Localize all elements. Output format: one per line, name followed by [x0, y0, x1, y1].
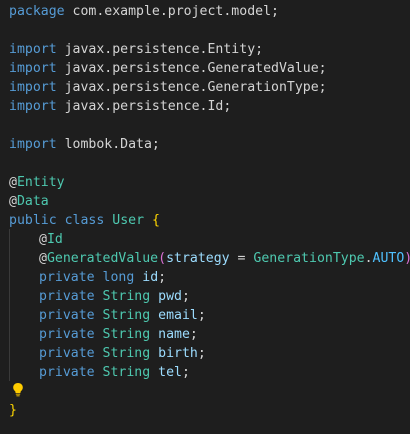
- code-editor[interactable]: package com.example.project.model; impor…: [9, 2, 410, 420]
- package-name: com.example.project.model;: [64, 4, 279, 19]
- keyword: import: [9, 80, 57, 95]
- code-line[interactable]: public class User {: [9, 211, 410, 230]
- code-line[interactable]: }: [9, 401, 410, 420]
- code-line-blank[interactable]: [9, 154, 410, 173]
- code-line-blank[interactable]: [9, 382, 410, 401]
- code-line-blank[interactable]: [9, 21, 410, 40]
- keyword: private: [39, 346, 95, 361]
- code-line[interactable]: @Entity: [9, 173, 410, 192]
- code-line[interactable]: import javax.persistence.Entity;: [9, 40, 410, 59]
- field-name: tel: [158, 365, 182, 380]
- annotation-name: GeneratedValue: [46, 251, 159, 266]
- annotation-name: Data: [16, 194, 49, 209]
- lightbulb-icon[interactable]: [12, 382, 24, 397]
- code-line[interactable]: private String tel;: [9, 363, 410, 382]
- field-type: String: [102, 346, 151, 361]
- code-line[interactable]: import javax.persistence.Id;: [9, 97, 410, 116]
- primitive-type: long: [102, 270, 135, 285]
- semicolon: ;: [197, 346, 206, 361]
- annotation-at: @: [39, 232, 47, 247]
- param-name: strategy: [166, 251, 230, 266]
- code-line[interactable]: private long id;: [9, 268, 410, 287]
- field-name: email: [158, 308, 198, 323]
- semicolon: ;: [158, 270, 167, 285]
- semicolon: ;: [197, 308, 206, 323]
- keyword: private: [39, 270, 95, 285]
- code-line[interactable]: package com.example.project.model;: [9, 2, 410, 21]
- enum-type: GenerationType: [253, 251, 365, 266]
- semicolon: ;: [189, 327, 198, 342]
- close-paren: ): [404, 251, 410, 266]
- annotation-name: Id: [46, 232, 63, 247]
- keyword: import: [9, 61, 57, 76]
- field-name: id: [142, 270, 159, 285]
- field-type: String: [102, 289, 151, 304]
- import-path: javax.persistence.Id;: [56, 99, 232, 114]
- code-line[interactable]: @GeneratedValue(strategy = GenerationTyp…: [9, 249, 410, 268]
- keyword: private: [39, 365, 95, 380]
- code-line[interactable]: import javax.persistence.GeneratedValue;: [9, 59, 410, 78]
- import-path: javax.persistence.GeneratedValue;: [56, 61, 327, 76]
- semicolon: ;: [181, 289, 190, 304]
- code-line[interactable]: @Id: [9, 230, 410, 249]
- code-line[interactable]: @Data: [9, 192, 410, 211]
- annotation-name: Entity: [16, 175, 65, 190]
- import-path: lombok.Data;: [56, 137, 160, 152]
- field-name: pwd: [158, 289, 182, 304]
- enum-constant: AUTO: [372, 251, 405, 266]
- code-line[interactable]: private String pwd;: [9, 287, 410, 306]
- open-brace: {: [151, 213, 160, 228]
- open-paren: (: [158, 251, 167, 266]
- annotation-at: @: [39, 251, 47, 266]
- dot: .: [364, 251, 373, 266]
- keyword: import: [9, 99, 57, 114]
- keyword: private: [39, 289, 95, 304]
- field-type: String: [102, 365, 151, 380]
- indent-guide: [9, 229, 10, 381]
- code-line[interactable]: private String birth;: [9, 344, 410, 363]
- code-line[interactable]: private String email;: [9, 306, 410, 325]
- keyword: class: [64, 213, 105, 228]
- field-name: birth: [158, 346, 198, 361]
- field-name: name: [158, 327, 190, 342]
- import-path: javax.persistence.Entity;: [56, 42, 264, 57]
- keyword: private: [39, 308, 95, 323]
- code-line[interactable]: import lombok.Data;: [9, 135, 410, 154]
- code-line[interactable]: private String name;: [9, 325, 410, 344]
- code-line[interactable]: import javax.persistence.GenerationType;: [9, 78, 410, 97]
- field-type: String: [102, 308, 151, 323]
- class-name: User: [112, 213, 145, 228]
- keyword: public: [9, 213, 57, 228]
- keyword: import: [9, 137, 57, 152]
- semicolon: ;: [181, 365, 190, 380]
- field-type: String: [102, 327, 151, 342]
- keyword: import: [9, 42, 57, 57]
- import-path: javax.persistence.GenerationType;: [56, 80, 327, 95]
- annotation-at: @: [9, 194, 17, 209]
- code-line-blank[interactable]: [9, 116, 410, 135]
- annotation-at: @: [9, 175, 17, 190]
- keyword: package: [9, 4, 65, 19]
- equals: =: [229, 251, 254, 266]
- close-brace: }: [9, 403, 17, 418]
- keyword: private: [39, 327, 95, 342]
